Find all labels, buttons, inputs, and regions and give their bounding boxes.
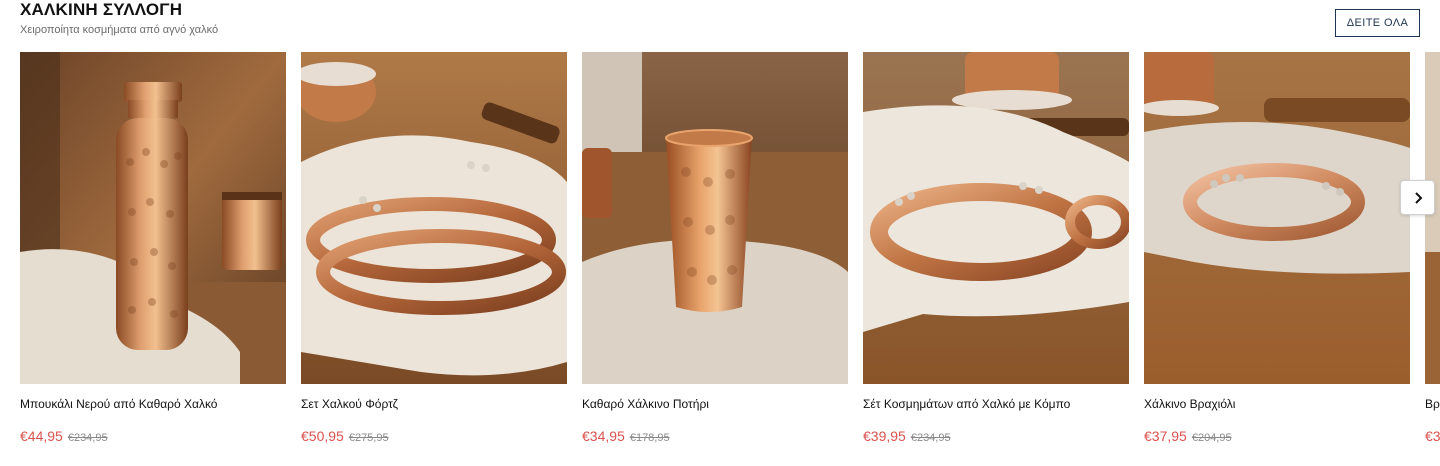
product-prices: €50,95 €275,95: [301, 428, 389, 446]
product-old-price: €234,95: [67, 432, 108, 444]
product-image-bracelet[interactable]: [1144, 52, 1410, 384]
product-image-partial[interactable]: [1425, 52, 1440, 384]
product-name[interactable]: Σέτ Κοσμημάτων από Χαλκό με Κόμπο: [863, 397, 1070, 411]
product-prices: €34,95 €178,95: [582, 428, 670, 446]
product-name[interactable]: Βρ: [1425, 397, 1440, 411]
product-card[interactable]: Σετ Χαλκού Φόρτζ €50,95 €275,95: [301, 52, 567, 444]
product-card[interactable]: Βρ €3: [1425, 52, 1440, 444]
product-prices: €37,95 €204,95: [1144, 428, 1232, 446]
product-name[interactable]: Καθαρό Χάλκινο Ποτήρι: [582, 397, 709, 411]
product-price: €39,95: [863, 428, 906, 444]
product-card[interactable]: Μπουκάλι Νερού από Καθαρό Χαλκό €44,95 €2…: [20, 52, 286, 444]
product-name[interactable]: Μπουκάλι Νερού από Καθαρό Χαλκό: [20, 397, 217, 411]
section-title: ΧΑΛΚΙΝΗ ΣΥΛΛΟΓΗ: [20, 0, 183, 19]
chevron-right-icon: [1414, 191, 1422, 204]
product-price: €3: [1425, 428, 1440, 444]
product-name[interactable]: Σετ Χαλκού Φόρτζ: [301, 397, 398, 411]
product-price: €44,95: [20, 428, 63, 444]
product-image-bottle[interactable]: [20, 52, 286, 384]
product-old-price: €204,95: [1191, 432, 1232, 444]
section-header: ΧΑΛΚΙΝΗ ΣΥΛΛΟΓΗ Χειροποίητα κοσμήματα απ…: [20, 0, 1420, 44]
product-prices: €39,95 €234,95: [863, 428, 951, 446]
product-image-cup[interactable]: [582, 52, 848, 384]
carousel-next-button[interactable]: [1400, 180, 1435, 215]
product-price: €34,95: [582, 428, 625, 444]
product-old-price: €234,95: [910, 432, 951, 444]
see-all-button[interactable]: ΔΕΙΤΕ ΟΛΑ: [1335, 9, 1420, 37]
product-card[interactable]: Σέτ Κοσμημάτων από Χαλκό με Κόμπο €39,95…: [863, 52, 1129, 444]
product-old-price: €178,95: [629, 432, 670, 444]
product-prices: €44,95 €234,95: [20, 428, 108, 446]
product-name[interactable]: Χάλκινο Βραχιόλι: [1144, 397, 1235, 411]
product-card[interactable]: Καθαρό Χάλκινο Ποτήρι €34,95 €178,95: [582, 52, 848, 444]
product-prices: €3: [1425, 428, 1440, 446]
product-image-bracelet-set[interactable]: [301, 52, 567, 384]
product-old-price: €275,95: [348, 432, 389, 444]
product-image-knot-set[interactable]: [863, 52, 1129, 384]
section-subtitle: Χειροποίητα κοσμήματα από αγνό χαλκό: [20, 24, 219, 36]
product-carousel: Μπουκάλι Νερού από Καθαρό Χαλκό €44,95 €2…: [20, 52, 1440, 466]
product-card[interactable]: Χάλκινο Βραχιόλι €37,95 €204,95: [1144, 52, 1410, 444]
product-price: €50,95: [301, 428, 344, 444]
product-price: €37,95: [1144, 428, 1187, 444]
